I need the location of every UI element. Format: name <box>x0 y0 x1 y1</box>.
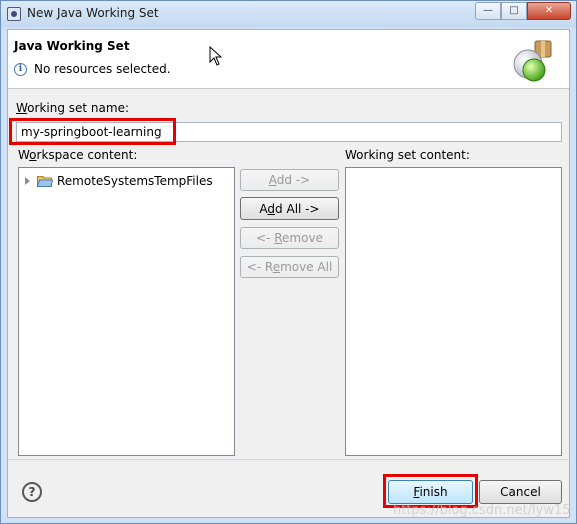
folder-icon <box>37 176 53 187</box>
tree-item-label: RemoteSystemsTempFiles <box>57 174 213 188</box>
remove-button[interactable]: <- Remove <box>240 227 339 249</box>
wizard-header: Java Working Set i No resources selected… <box>8 30 569 89</box>
window-title: New Java Working Set <box>27 6 159 20</box>
title-bar[interactable]: New Java Working Set — □ ✕ <box>1 1 576 27</box>
help-icon[interactable]: ? <box>22 482 42 502</box>
finish-button[interactable]: Finish <box>388 480 473 504</box>
watermark-text: https://blog.csdn.net/lyw15 <box>393 503 571 518</box>
eclipse-app-icon <box>7 7 21 21</box>
working-set-name-input[interactable] <box>16 122 562 142</box>
mouse-pointer-icon <box>209 46 223 66</box>
working-set-name-label: Working set name: <box>16 101 129 115</box>
info-icon: i <box>14 63 27 76</box>
maximize-button[interactable]: □ <box>501 2 527 20</box>
wizard-title: Java Working Set <box>14 39 130 53</box>
close-button[interactable]: ✕ <box>527 2 571 20</box>
add-button[interactable]: Add -> <box>240 169 339 191</box>
expand-arrow-icon[interactable] <box>25 177 30 185</box>
add-all-button[interactable]: Add All -> <box>240 197 339 220</box>
workspace-content-label: Workspace content: <box>18 148 138 162</box>
remove-all-button[interactable]: <- Remove All <box>240 256 339 278</box>
footer-separator <box>8 459 569 460</box>
dialog-window: New Java Working Set — □ ✕ Java Working … <box>0 0 577 524</box>
wizard-message: No resources selected. <box>34 62 171 76</box>
minimize-button[interactable]: — <box>475 2 501 20</box>
tree-item-remotesystemstempfiles[interactable]: RemoteSystemsTempFiles <box>25 172 213 190</box>
working-set-content-label: Working set content: <box>345 148 470 162</box>
dialog-content: Java Working Set i No resources selected… <box>7 29 571 518</box>
workspace-content-tree[interactable]: RemoteSystemsTempFiles <box>18 167 235 456</box>
working-set-content-list[interactable] <box>345 167 562 456</box>
working-set-banner-icon <box>513 40 552 82</box>
cancel-button[interactable]: Cancel <box>479 480 562 504</box>
